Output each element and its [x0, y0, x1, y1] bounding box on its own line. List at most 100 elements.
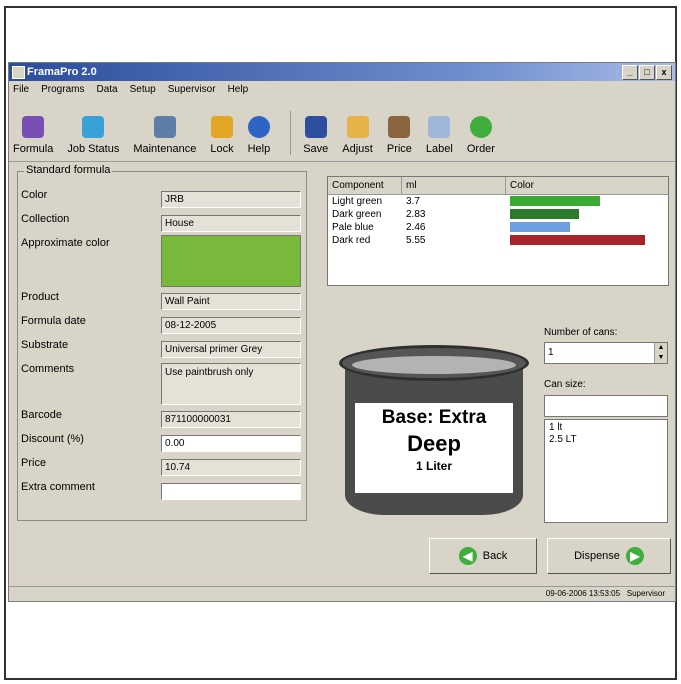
- can-size-option[interactable]: 1 lt: [549, 422, 663, 434]
- toolbar-separator: [290, 111, 292, 155]
- back-button[interactable]: ◀ Back: [429, 538, 537, 574]
- stepper-arrows[interactable]: ▲ ▼: [654, 343, 667, 363]
- component-name: Pale blue: [332, 222, 374, 233]
- header-ml[interactable]: ml: [402, 177, 506, 194]
- formula-icon: [22, 116, 45, 138]
- components-table: Component ml Color Light green 3.7 Dark …: [327, 176, 669, 286]
- price-icon: [388, 116, 411, 138]
- maximize-button[interactable]: □: [639, 65, 655, 80]
- table-row[interactable]: Light green 3.7: [328, 195, 668, 208]
- window-title: FramaPro 2.0: [27, 66, 97, 78]
- close-button[interactable]: x: [656, 65, 672, 80]
- can-size-option[interactable]: 2.5 LT: [549, 434, 663, 446]
- price-label: Price: [21, 457, 47, 469]
- product-field: Wall Paint: [161, 293, 301, 310]
- label-icon: [428, 116, 451, 138]
- number-of-cans-value: 1: [548, 347, 554, 358]
- number-of-cans-label: Number of cans:: [544, 327, 618, 338]
- dispense-label: Dispense: [574, 550, 620, 562]
- order-icon: [469, 116, 492, 138]
- help-button[interactable]: Help: [247, 116, 270, 161]
- save-icon: [304, 116, 327, 138]
- can-base-text: Base: Extra: [381, 407, 487, 428]
- group-title: Standard formula: [24, 164, 113, 176]
- substrate-label: Substrate: [21, 339, 69, 351]
- menu-file[interactable]: File: [13, 82, 29, 98]
- menu-programs[interactable]: Programs: [41, 82, 84, 98]
- adjust-button[interactable]: Adjust: [342, 116, 373, 161]
- component-color-bar: [510, 222, 570, 232]
- dispense-icon: ▶: [625, 547, 644, 565]
- lock-icon: [210, 116, 233, 138]
- component-ml: 5.55: [406, 235, 426, 246]
- maintenance-button[interactable]: Maintenance: [133, 116, 196, 161]
- can-size-label: Can size:: [544, 379, 586, 390]
- status-bar: 09-06-2006 13:53:05 Supervisor: [9, 586, 675, 601]
- toolbar: Formula Job Status Maintenance Lock Help…: [9, 99, 675, 162]
- substrate-field: Universal primer Grey: [161, 341, 301, 358]
- back-arrow-icon: ◀: [458, 547, 477, 565]
- can-label: Base: Extra Deep 1 Liter: [355, 403, 513, 493]
- lock-button[interactable]: Lock: [210, 116, 234, 161]
- approx-color-label: Approximate color: [21, 237, 110, 249]
- extra-comment-label: Extra comment: [21, 481, 95, 493]
- barcode-label: Barcode: [21, 409, 62, 421]
- collection-field: House: [161, 215, 301, 232]
- component-ml: 2.46: [406, 222, 426, 233]
- component-color-bar: [510, 209, 579, 219]
- formula-date-field: 08-12-2005: [161, 317, 301, 334]
- number-of-cans-stepper[interactable]: 1 ▲ ▼: [544, 342, 668, 364]
- dispense-button[interactable]: Dispense ▶: [547, 538, 671, 574]
- menu-setup[interactable]: Setup: [130, 82, 156, 98]
- can-size-list[interactable]: 1 lt 2.5 LT: [544, 419, 668, 523]
- paint-can-image: Base: Extra Deep 1 Liter: [339, 343, 529, 529]
- menu-help[interactable]: Help: [228, 82, 249, 98]
- can-lid: [339, 345, 529, 381]
- header-component[interactable]: Component: [328, 177, 402, 194]
- status-datetime: 09-06-2006 13:53:05: [545, 589, 621, 598]
- table-row[interactable]: Dark green 2.83: [328, 208, 668, 221]
- app-window: FramaPro 2.0 _ □ x File Programs Data Se…: [8, 62, 676, 602]
- formula-button[interactable]: Formula: [13, 116, 53, 161]
- barcode-field: 871100000031: [161, 411, 301, 428]
- table-header: Component ml Color: [328, 177, 668, 195]
- component-name: Light green: [332, 196, 383, 207]
- minimize-button[interactable]: _: [622, 65, 638, 80]
- component-ml: 2.83: [406, 209, 426, 220]
- product-label: Product: [21, 291, 59, 303]
- extra-comment-input[interactable]: [161, 483, 301, 500]
- order-button[interactable]: Order: [467, 116, 495, 161]
- collection-label: Collection: [21, 213, 70, 225]
- status-user: Supervisor: [626, 589, 665, 598]
- menu-data[interactable]: Data: [96, 82, 117, 98]
- comments-field: Use paintbrush only: [161, 363, 301, 405]
- title-bar: FramaPro 2.0 _ □ x: [9, 63, 675, 81]
- help-icon: [247, 116, 270, 138]
- color-label: Color: [21, 189, 48, 201]
- price-field: 10.74: [161, 459, 301, 476]
- save-button[interactable]: Save: [303, 116, 328, 161]
- job-status-icon: [82, 116, 105, 138]
- header-color[interactable]: Color: [506, 177, 668, 194]
- price-button[interactable]: Price: [387, 116, 412, 161]
- table-row[interactable]: Pale blue 2.46: [328, 221, 668, 234]
- app-icon: [12, 66, 25, 79]
- component-name: Dark green: [332, 209, 382, 220]
- maintenance-icon: [153, 116, 176, 138]
- component-name: Dark red: [332, 235, 371, 246]
- comments-label: Comments: [21, 363, 75, 375]
- menu-bar: File Programs Data Setup Supervisor Help: [9, 82, 675, 98]
- job-status-button[interactable]: Job Status: [67, 116, 119, 161]
- can-size-input[interactable]: [544, 395, 668, 417]
- can-volume-text: 1 Liter: [415, 459, 452, 473]
- discount-input[interactable]: 0.00: [161, 435, 301, 452]
- back-label: Back: [482, 550, 508, 562]
- label-button[interactable]: Label: [426, 116, 453, 161]
- component-ml: 3.7: [406, 196, 420, 207]
- approx-color-swatch: [161, 235, 301, 287]
- formula-date-label: Formula date: [21, 315, 86, 327]
- color-field: JRB: [161, 191, 301, 208]
- menu-supervisor[interactable]: Supervisor: [168, 82, 216, 98]
- table-row[interactable]: Dark red 5.55: [328, 234, 668, 247]
- discount-label: Discount (%): [21, 433, 84, 445]
